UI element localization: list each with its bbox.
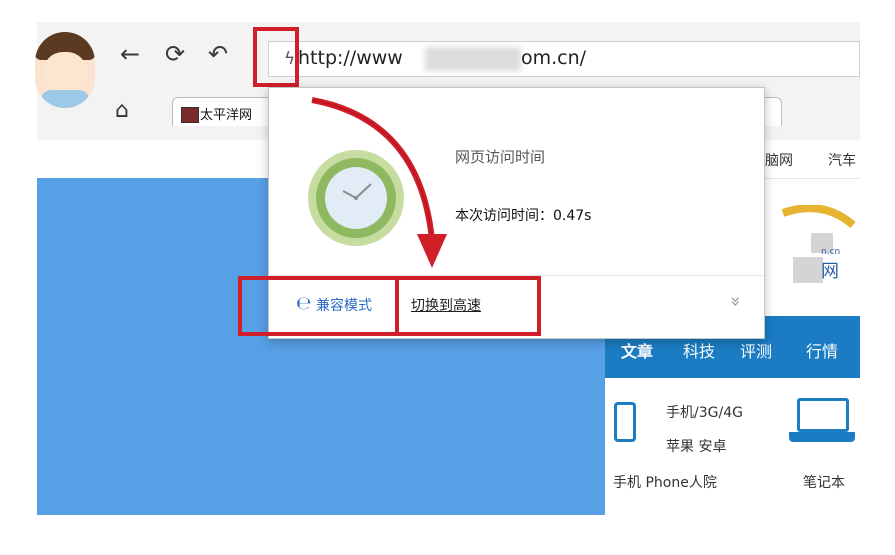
annotation-arrow bbox=[311, 97, 447, 268]
